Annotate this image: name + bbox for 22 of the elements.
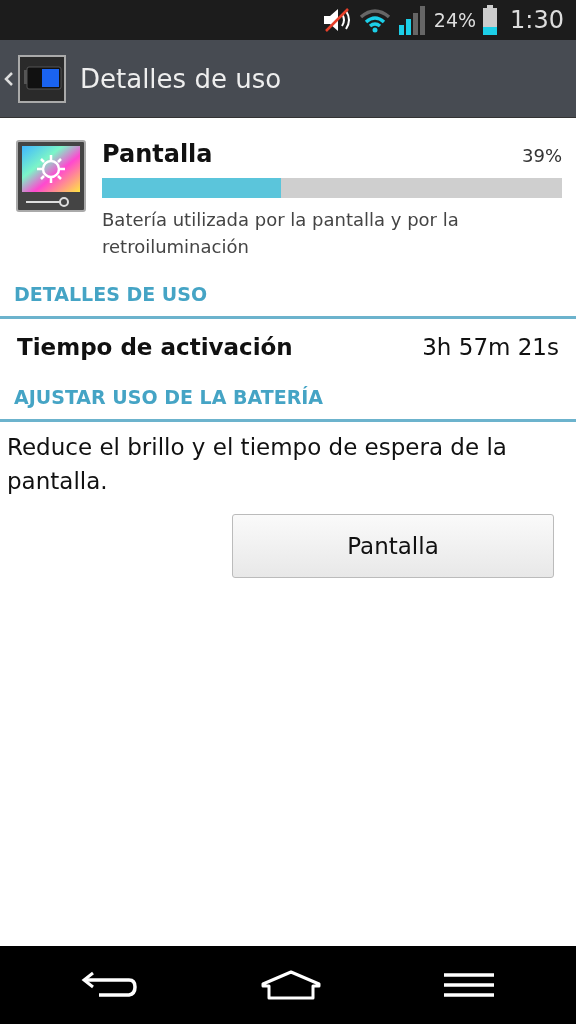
battery-app-icon: [18, 54, 66, 103]
muted-speaker-icon: [321, 7, 352, 33]
stat-label: Tiempo de activación: [17, 334, 293, 360]
battery-icon: [482, 5, 499, 35]
section-header: DETALLES DE USO: [14, 283, 208, 305]
wifi-icon: [357, 7, 392, 33]
chevron-icon: [4, 70, 14, 87]
clock: 1:30: [510, 6, 564, 34]
home-icon[interactable]: [260, 970, 322, 1000]
screen-title: Detalles de uso: [80, 63, 282, 94]
usage-description: Batería utilizada por la pantalla y por la retroiluminación: [102, 208, 460, 259]
tip-text: Reduce el brillo y el tiempo de espera de la pantalla.: [7, 433, 508, 496]
display-settings-icon: [16, 140, 86, 212]
menu-icon[interactable]: [443, 972, 496, 998]
app-name: Pantalla: [102, 140, 213, 168]
back-icon[interactable]: [80, 970, 139, 1000]
section-header: AJUSTAR USO DE LA BATERÍA: [14, 386, 324, 408]
stat-value: 3h 57m 21s: [422, 334, 559, 360]
usage-percent: 39%: [522, 145, 562, 166]
display-button[interactable]: Pantalla: [232, 514, 554, 578]
battery-percent: 24%: [433, 9, 477, 31]
signal-icon: [397, 5, 428, 35]
